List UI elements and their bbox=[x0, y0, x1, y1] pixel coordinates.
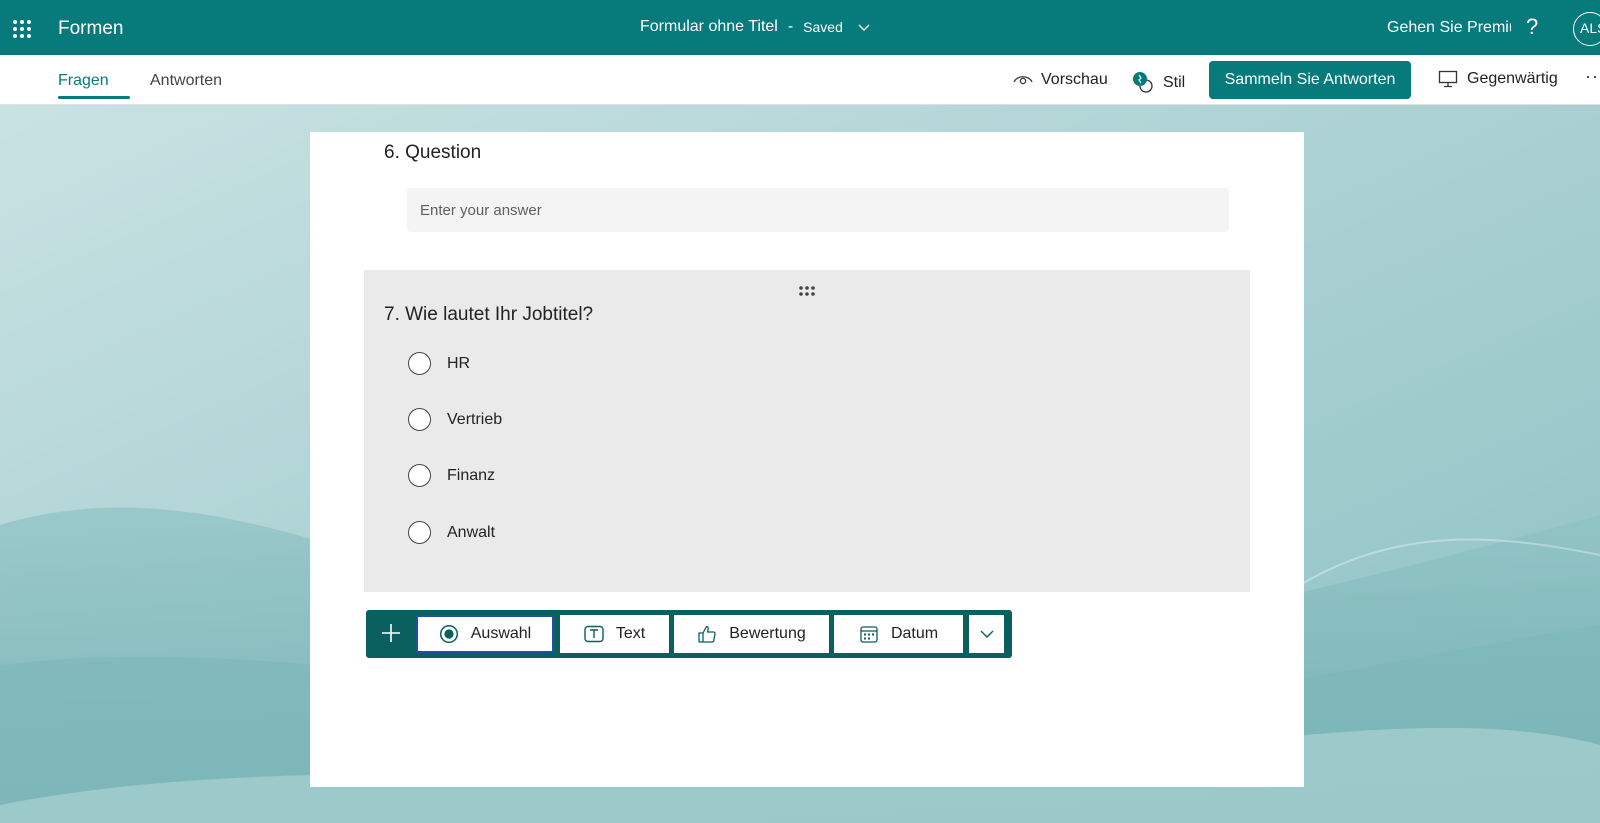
choice-label: Finanz bbox=[447, 466, 496, 484]
add-date-button[interactable]: Datum bbox=[834, 615, 963, 653]
thumbs-up-icon bbox=[698, 625, 716, 643]
present-button[interactable]: Gegenwärtig bbox=[1438, 70, 1558, 88]
radio-button[interactable] bbox=[408, 408, 431, 431]
answer-input[interactable] bbox=[407, 188, 1229, 232]
app-launcher-icon[interactable] bbox=[12, 19, 32, 39]
add-rating-button[interactable]: Bewertung bbox=[674, 615, 829, 653]
calendar-icon bbox=[860, 626, 878, 643]
preview-label: Vorschau bbox=[1041, 71, 1108, 88]
choice-label: Anwalt bbox=[447, 523, 496, 541]
rating-label: Bewertung bbox=[729, 625, 806, 642]
more-options-button[interactable]: ··· bbox=[1585, 66, 1600, 87]
monitor-icon bbox=[1438, 70, 1458, 88]
top-bar: Formen Formular ohne Titel - Saved Gehen… bbox=[0, 0, 1600, 55]
preview-button[interactable]: Vorschau bbox=[1013, 71, 1108, 89]
choice-label: Vertrieb bbox=[447, 410, 503, 428]
choice-option[interactable]: Anwalt bbox=[408, 521, 495, 544]
date-label: Datum bbox=[890, 625, 939, 642]
more-question-types-button[interactable] bbox=[969, 615, 1004, 653]
document-title[interactable]: Formular ohne Titel bbox=[640, 18, 778, 36]
text-field-icon bbox=[584, 625, 604, 643]
radio-button[interactable] bbox=[408, 352, 431, 375]
add-text-button[interactable]: Text bbox=[560, 615, 669, 653]
active-tab-indicator bbox=[58, 96, 130, 99]
save-status: Saved bbox=[803, 19, 843, 35]
question-card-selected[interactable]: 7. Wie lautet Ihr Jobtitel? HR Vertrieb … bbox=[364, 270, 1250, 592]
choice-option[interactable]: Vertrieb bbox=[408, 408, 502, 431]
drag-handle-icon[interactable] bbox=[798, 285, 816, 297]
premium-button[interactable]: Gehen Sie Premium bbox=[1383, 16, 1511, 40]
style-label: Stil bbox=[1163, 74, 1186, 91]
question-title: 6. Question bbox=[384, 142, 482, 163]
style-button[interactable]: Stil bbox=[1131, 71, 1185, 95]
choice-option[interactable]: Finanz bbox=[408, 464, 495, 487]
form-card: 6. Question 7. Wie lautet Ihr Jobtitel? … bbox=[310, 132, 1304, 787]
palette-icon bbox=[1133, 72, 1153, 93]
premium-label: Gehen Sie Premium bbox=[1387, 19, 1511, 36]
tab-antworten[interactable]: Antworten bbox=[150, 72, 222, 90]
chevron-down-icon[interactable] bbox=[857, 20, 871, 34]
radio-button[interactable] bbox=[408, 464, 431, 487]
tab-fragen[interactable]: Fragen bbox=[58, 72, 109, 90]
plus-icon[interactable] bbox=[380, 622, 402, 644]
radio-button[interactable] bbox=[408, 521, 431, 544]
help-button[interactable]: ? bbox=[1526, 14, 1538, 40]
chevron-down-icon bbox=[980, 630, 993, 638]
choice-option[interactable]: HR bbox=[408, 352, 470, 375]
app-name[interactable]: Formen bbox=[58, 18, 123, 40]
text-label: Text bbox=[615, 625, 646, 642]
title-separator: - bbox=[787, 18, 794, 35]
radio-choice-icon bbox=[439, 624, 458, 644]
document-title-area[interactable]: Formular ohne Titel - Saved bbox=[640, 18, 871, 36]
present-label: Gegenwärtig bbox=[1467, 70, 1558, 87]
choice-label: Auswahl bbox=[470, 625, 532, 642]
eye-icon bbox=[1013, 76, 1033, 85]
add-choice-button[interactable]: Auswahl bbox=[416, 615, 554, 653]
command-bar: Fragen Antworten Vorschau Stil Sammeln S… bbox=[0, 55, 1600, 105]
choice-label: HR bbox=[447, 354, 471, 372]
question-title: 7. Wie lautet Ihr Jobtitel? bbox=[384, 304, 594, 325]
add-question-toolbar: Auswahl Text Bewertung Datum bbox=[366, 610, 1012, 658]
collect-responses-button[interactable]: Sammeln Sie Antworten bbox=[1209, 61, 1411, 99]
avatar[interactable]: ALS bbox=[1573, 12, 1600, 46]
